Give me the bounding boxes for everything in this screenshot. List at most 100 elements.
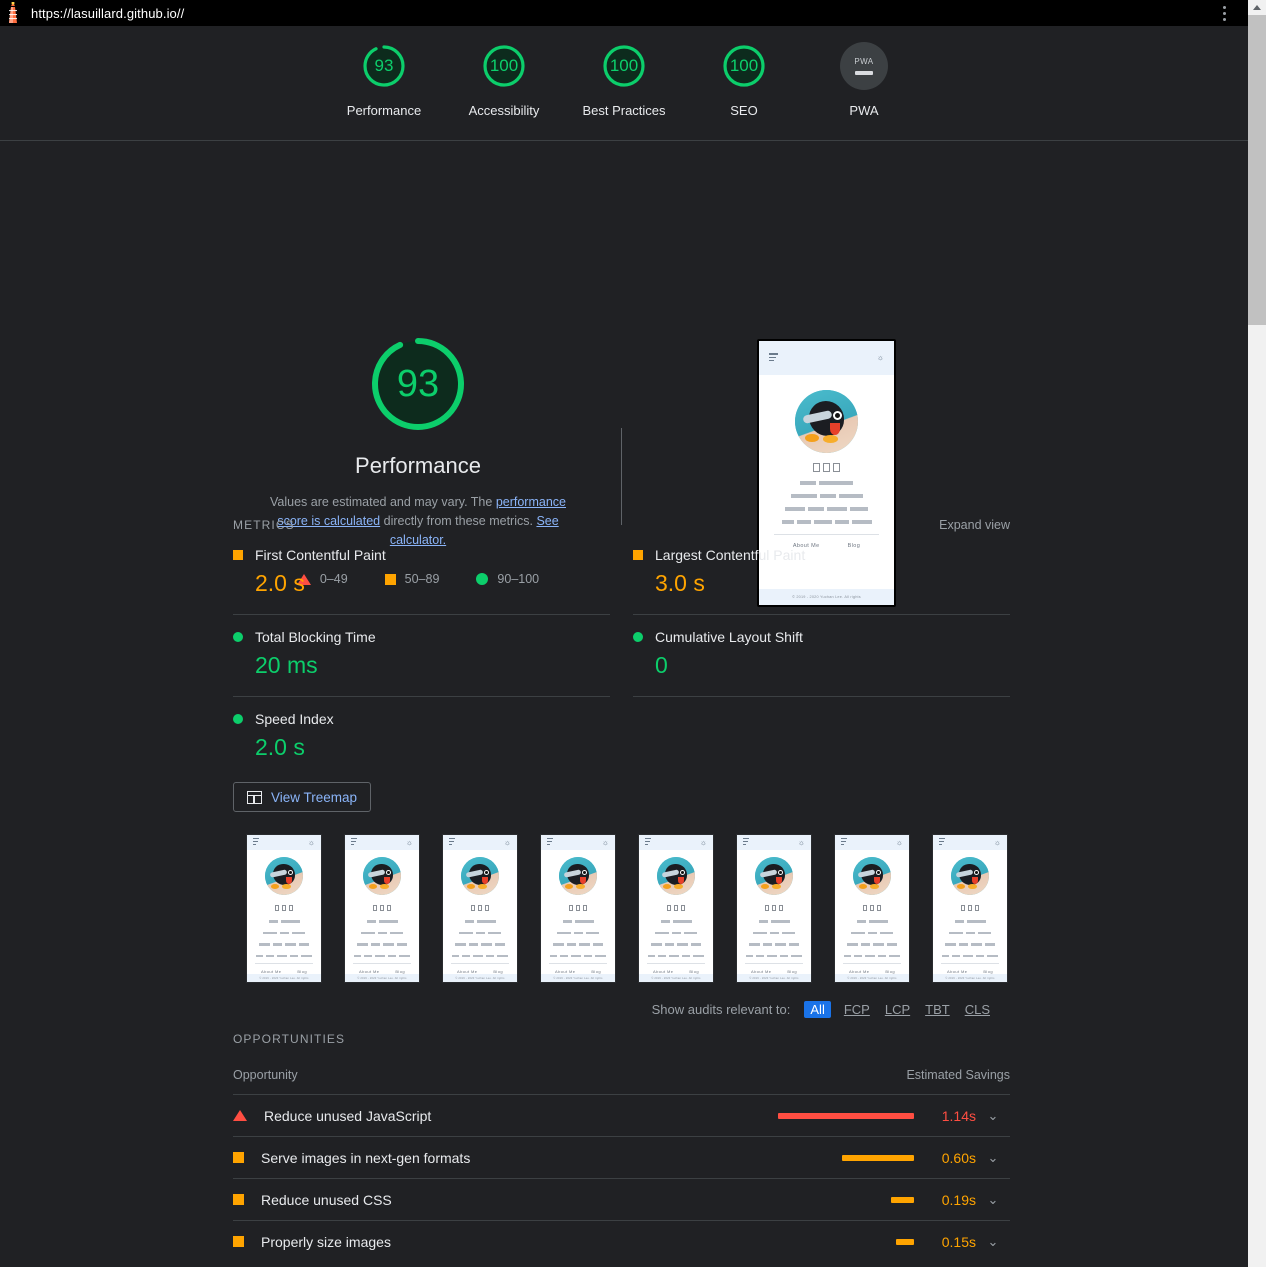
filmstrip-thumbnail[interactable]: ☼ About Me Blog © 2019 - 2020 xyxy=(246,834,322,983)
opportunity-savings: 1.14s xyxy=(914,1108,976,1124)
savings-bar-track xyxy=(774,1113,914,1119)
hamburger-menu-icon xyxy=(769,353,778,363)
opportunity-row[interactable]: Serve images in next-gen formats 0.60s ⌄ xyxy=(233,1136,1010,1178)
filter-chip-cls[interactable]: CLS xyxy=(963,1001,992,1018)
opportunities-section-label: OPPORTUNITIES xyxy=(233,1032,1010,1046)
opportunity-row[interactable]: Reduce unused CSS 0.19s ⌄ xyxy=(233,1178,1010,1220)
vertical-scrollbar[interactable] xyxy=(1248,0,1266,1267)
preview-text-line xyxy=(844,955,900,958)
column-header-opportunity: Opportunity xyxy=(233,1068,298,1082)
view-treemap-button[interactable]: View Treemap xyxy=(233,782,371,812)
opportunity-savings: 0.19s xyxy=(914,1192,976,1208)
metric-largest-contentful-paint[interactable]: Largest Contentful Paint 3.0 s xyxy=(633,541,1010,614)
score-label: Accessibility xyxy=(469,103,540,118)
filmstrip-thumbnail[interactable]: ☼ About Me Blog © 2019 - 2020 xyxy=(932,834,1008,983)
preview-text-line xyxy=(263,932,305,935)
theme-toggle-icon: ☼ xyxy=(896,839,903,847)
preview-name-placeholder xyxy=(863,905,881,911)
filmstrip-thumbnail[interactable]: ☼ About Me Blog © 2019 - 2020 xyxy=(638,834,714,983)
score-gauge-pwa[interactable]: PWA PWA xyxy=(804,42,924,118)
opportunities-section: OPPORTUNITIES Opportunity Estimated Savi… xyxy=(233,1032,1010,1267)
filmstrip: ☼ About Me Blog © 2019 - 2020 xyxy=(246,834,1008,983)
expand-view-button[interactable]: Expand view xyxy=(939,518,1010,532)
preview-text-line xyxy=(354,955,410,958)
square-average-icon xyxy=(233,1236,244,1247)
metric-speed-index[interactable]: Speed Index 2.0 s xyxy=(233,696,610,778)
savings-bar xyxy=(896,1239,914,1245)
preview-text-line xyxy=(648,955,704,958)
gauge-arc-best-practices: 100 xyxy=(600,42,648,90)
browser-top-bar: https://lasuillard.github.io// xyxy=(0,0,1248,26)
column-header-savings: Estimated Savings xyxy=(906,1068,1010,1082)
filmstrip-page: ☼ About Me Blog © 2019 - 2020 xyxy=(541,835,615,982)
score-gauge-seo[interactable]: 100 SEO xyxy=(684,42,804,118)
score-gauge-best-practices[interactable]: 100 Best Practices xyxy=(564,42,684,118)
preview-text-line xyxy=(753,932,795,935)
theme-toggle-icon: ☼ xyxy=(602,839,609,847)
preview-content: About Me Blog xyxy=(639,850,713,974)
preview-text-line xyxy=(942,955,998,958)
theme-toggle-icon: ☼ xyxy=(994,839,1001,847)
filter-chip-lcp[interactable]: LCP xyxy=(883,1001,912,1018)
kebab-menu-icon[interactable] xyxy=(1216,5,1232,22)
preview-content: About Me Blog xyxy=(541,850,615,974)
savings-bar-track xyxy=(774,1239,914,1245)
filmstrip-page: ☼ About Me Blog © 2019 - 2020 xyxy=(639,835,713,982)
metrics-spacer xyxy=(633,696,1010,770)
metric-total-blocking-time[interactable]: Total Blocking Time 20 ms xyxy=(233,614,610,696)
preview-divider xyxy=(451,963,509,964)
avatar xyxy=(755,857,793,895)
view-treemap-label: View Treemap xyxy=(271,790,357,805)
avatar xyxy=(461,857,499,895)
opportunity-savings: 0.15s xyxy=(914,1234,976,1250)
circle-pass-icon xyxy=(233,632,243,642)
preview-header: ☼ xyxy=(737,835,811,850)
lighthouse-icon xyxy=(0,0,26,26)
chevron-down-icon[interactable]: ⌄ xyxy=(976,1234,1010,1250)
score-gauge-accessibility[interactable]: 100 Accessibility xyxy=(444,42,564,118)
gauge-arc-performance: 93 xyxy=(360,42,408,90)
filmstrip-thumbnail[interactable]: ☼ About Me Blog © 2019 - 2020 xyxy=(344,834,420,983)
metrics-section: METRICS Expand view First Contentful Pai… xyxy=(233,518,1010,778)
preview-divider xyxy=(647,963,705,964)
filter-chip-fcp[interactable]: FCP xyxy=(842,1001,872,1018)
filter-chip-all[interactable]: All xyxy=(804,1001,830,1018)
square-average-icon xyxy=(233,1152,244,1163)
metric-label: Largest Contentful Paint xyxy=(655,547,805,563)
preview-content: About Me Blog xyxy=(737,850,811,974)
filmstrip-page: ☼ About Me Blog © 2019 - 2020 xyxy=(933,835,1007,982)
filmstrip-page: ☼ About Me Blog © 2019 - 2020 xyxy=(737,835,811,982)
preview-footer: © 2019 - 2020 Yuchan Lee. All rights xyxy=(541,974,615,982)
preview-name-placeholder xyxy=(813,463,840,472)
preview-name-placeholder xyxy=(569,905,587,911)
chevron-down-icon[interactable]: ⌄ xyxy=(976,1108,1010,1124)
metric-cumulative-layout-shift[interactable]: Cumulative Layout Shift 0 xyxy=(633,614,1010,696)
preview-name-placeholder xyxy=(961,905,979,911)
preview-text-line xyxy=(785,507,868,511)
scrollbar-thumb[interactable] xyxy=(1248,15,1266,325)
opportunity-row[interactable]: Properly size images 0.15s ⌄ xyxy=(233,1220,1010,1262)
preview-text-line xyxy=(759,920,790,923)
chevron-down-icon[interactable]: ⌄ xyxy=(976,1192,1010,1208)
preview-name-placeholder xyxy=(471,905,489,911)
metric-label: First Contentful Paint xyxy=(255,547,386,563)
preview-text-line xyxy=(357,943,407,946)
preview-header: ☼ xyxy=(759,341,894,375)
filmstrip-thumbnail[interactable]: ☼ About Me Blog © 2019 - 2020 xyxy=(540,834,616,983)
filmstrip-thumbnail[interactable]: ☼ About Me Blog © 2019 - 2020 xyxy=(442,834,518,983)
opportunity-savings: 0.60s xyxy=(914,1150,976,1166)
preview-text-line xyxy=(367,920,398,923)
metric-value: 2.0 s xyxy=(255,734,610,761)
chevron-down-icon[interactable]: ⌄ xyxy=(976,1150,1010,1166)
scroll-up-arrow-icon[interactable] xyxy=(1248,0,1266,14)
filter-chip-tbt[interactable]: TBT xyxy=(923,1001,952,1018)
metric-first-contentful-paint[interactable]: First Contentful Paint 2.0 s xyxy=(233,541,610,614)
gauge-arc-seo: 100 xyxy=(720,42,768,90)
opportunity-row[interactable]: Reduce unused JavaScript 1.14s ⌄ xyxy=(233,1094,1010,1136)
filmstrip-thumbnail[interactable]: ☼ About Me Blog © 2019 - 2020 xyxy=(736,834,812,983)
square-average-icon xyxy=(233,1194,244,1205)
metric-label: Cumulative Layout Shift xyxy=(655,629,803,645)
preview-text-line xyxy=(851,932,893,935)
score-gauge-performance[interactable]: 93 Performance xyxy=(324,42,444,118)
filmstrip-thumbnail[interactable]: ☼ About Me Blog © 2019 - 2020 xyxy=(834,834,910,983)
